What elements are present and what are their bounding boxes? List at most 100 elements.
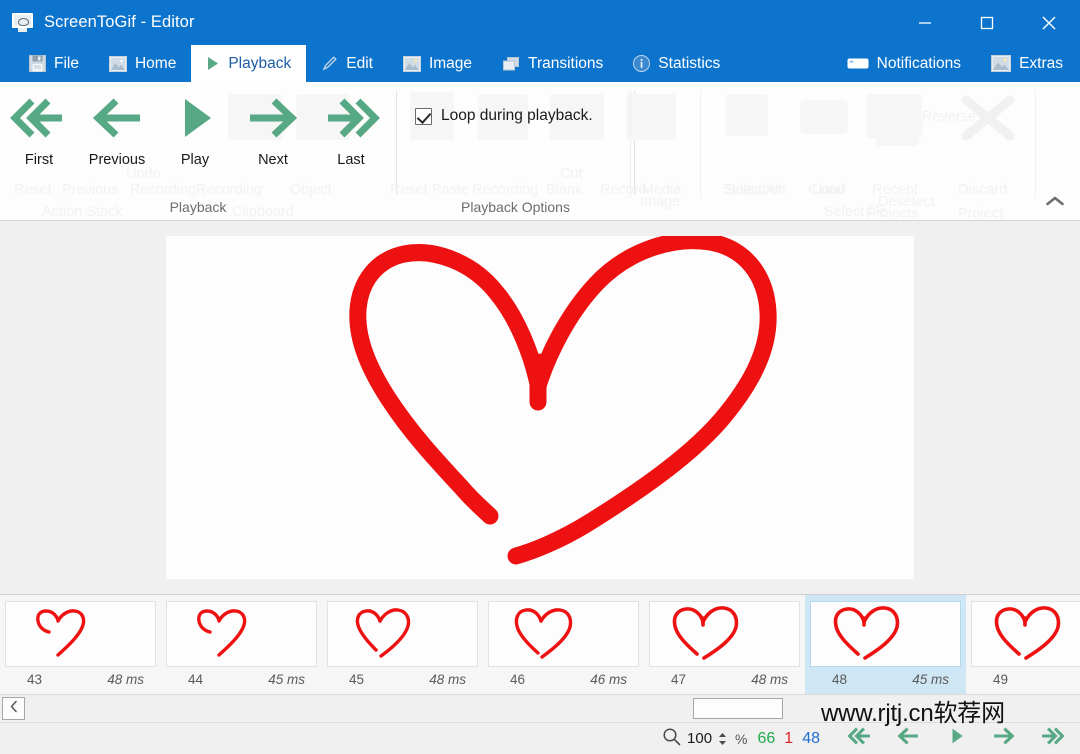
ghost-text: Cloud [808,182,846,198]
ghost-text: Project [958,206,1004,221]
ghost-text: Deselect [878,194,935,210]
tab-file-label: File [54,54,79,72]
frame-canvas[interactable] [166,236,914,579]
ribbon-tab-bar-right: Notifications Extras [832,45,1078,82]
ghost-text: Image [640,194,681,210]
ribbon-group-playback: First Previous Play Next Last Playback [0,82,396,220]
picture-icon [108,55,127,72]
frame-meta: 47 48 ms [649,667,800,687]
close-button[interactable] [1018,0,1080,45]
frame-meta: 46 46 ms [488,667,639,687]
frame-item[interactable]: 49 47 [966,595,1080,694]
minimize-button[interactable] [894,0,956,45]
frame-number: 45 [349,672,365,687]
tab-playback-label: Playback [228,54,292,72]
frame-thumbnail-strip[interactable]: 43 48 ms 44 45 ms 45 48 ms 46 46 ms 47 4… [0,594,1080,694]
frame-duration: 46 ms [590,672,627,687]
tab-image-label: Image [428,54,473,72]
scrollbar-track[interactable] [25,695,1080,722]
scrollbar-thumb[interactable] [693,698,783,719]
last-button[interactable]: Last [312,91,390,168]
tab-notifications-label: Notifications [876,54,962,72]
arrow-left-icon [890,726,926,751]
frame-thumbnail [5,601,156,667]
ribbon-group-playback-body: First Previous Play Next Last [0,82,396,194]
arrow-right-icon [244,95,302,146]
floppy-disk-icon [29,55,46,72]
hand-drawn-heart [349,236,777,565]
ghost-text: Media [642,182,682,198]
spinner-updown-icon[interactable] [718,732,727,746]
frame-meta: 44 45 ms [166,667,317,687]
frame-item[interactable]: 46 46 ms [483,595,644,694]
status-last-button[interactable] [1028,724,1076,754]
status-bar: 100 % 66 1 48 [0,722,1080,754]
ribbon-group-playback-options: Loop during playback. Playback Options [397,82,634,220]
frame-item[interactable]: 44 45 ms [161,595,322,694]
screentogif-editor-window: ScreenToGif - Editor File Home Playback … [0,0,1080,754]
tab-playback[interactable]: Playback [191,45,307,82]
next-button-label: Next [258,152,288,168]
double-arrow-right-icon [322,95,380,146]
play-triangle-icon [941,726,971,751]
tab-extras[interactable]: Extras [976,45,1078,82]
frame-item[interactable]: 45 48 ms [322,595,483,694]
ghost-text: Select All [722,182,782,198]
frame-meta: 49 47 [971,667,1080,687]
frame-item-selected[interactable]: 48 45 ms [805,595,966,694]
frame-item[interactable]: 47 48 ms [644,595,805,694]
status-first-button[interactable] [836,724,884,754]
percent-symbol: % [735,730,748,747]
frame-meta: 45 48 ms [327,667,478,687]
frame-number: 49 [993,672,1009,687]
frame-thumbnail [810,601,961,667]
loop-during-playback-checkbox[interactable]: Loop during playback. [397,91,593,125]
frame-counters: 66 1 48 [758,730,821,748]
info-icon [633,55,651,72]
zoom-control[interactable]: 100 % [662,727,748,751]
tab-edit[interactable]: Edit [306,45,388,82]
tab-file[interactable]: File [14,45,94,82]
scroll-left-button[interactable] [2,697,25,720]
double-arrow-left-icon [10,95,68,146]
frame-number: 44 [188,672,204,687]
ribbon-group-playback-options-label: Playback Options [461,199,570,215]
tab-statistics[interactable]: Statistics [618,45,735,82]
frame-duration: 45 ms [268,672,305,687]
status-play-button[interactable] [932,724,980,754]
ghost-text: Discard [958,182,1008,198]
collapse-ribbon-button[interactable] [1040,190,1070,216]
loop-during-playback-label: Loop during playback. [441,107,593,124]
frame-meta: 43 48 ms [5,667,156,687]
ghost-text: Projects [866,206,919,221]
frame-duration: 48 ms [107,672,144,687]
status-next-button[interactable] [980,724,1028,754]
next-button[interactable]: Next [234,91,312,168]
chevron-up-icon [1045,194,1065,212]
first-button[interactable]: First [0,91,78,168]
last-button-label: Last [337,152,365,168]
monitor-icon [12,13,33,32]
frame-number: 48 [832,672,848,687]
title-bar-left: ScreenToGif - Editor [0,13,195,32]
frame-item[interactable]: 43 48 ms [0,595,161,694]
ghost-text: Recent [872,182,918,198]
maximize-button[interactable] [956,0,1018,45]
current-frame-index: 48 [802,729,820,747]
status-previous-button[interactable] [884,724,932,754]
tab-notifications[interactable]: Notifications [832,45,976,82]
preview-canvas-area[interactable] [0,221,1080,594]
frame-strip-scrollbar[interactable] [0,694,1080,722]
tab-home[interactable]: Home [94,45,191,82]
frame-thumbnail [971,601,1080,667]
double-arrow-left-icon [842,726,878,751]
previous-button[interactable]: Previous [78,91,156,168]
tab-transitions[interactable]: Transitions [487,45,618,82]
zoom-value[interactable]: 100 [687,730,712,747]
frame-duration: 48 ms [751,672,788,687]
play-button[interactable]: Play [156,91,234,168]
arrow-right-icon [986,726,1022,751]
tab-image[interactable]: Image [388,45,487,82]
double-arrow-right-icon [1034,726,1070,751]
picture-icon [402,55,421,72]
